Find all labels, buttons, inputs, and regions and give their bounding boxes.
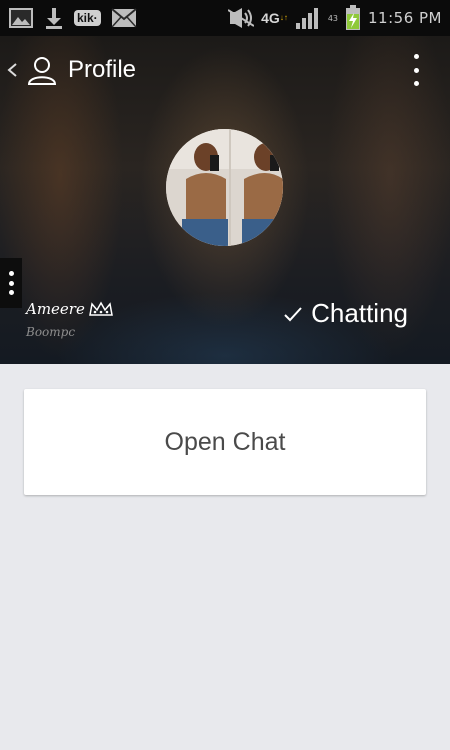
profile-photo <box>166 129 283 246</box>
page-title: Profile <box>68 56 137 83</box>
check-icon <box>283 304 303 324</box>
display-name: Ameere <box>26 300 85 318</box>
profile-content: Open Chat <box>0 364 450 750</box>
drag-handle-dot <box>8 290 14 296</box>
gallery-icon <box>8 7 34 29</box>
profile-header: Profile Ameere Boompc Chatting <box>0 36 450 364</box>
mute-icon <box>228 8 255 28</box>
clock: 11:56 PM <box>368 9 442 27</box>
download-icon <box>44 6 64 30</box>
more-options-button[interactable] <box>412 54 420 86</box>
drag-handle-icon <box>8 270 14 276</box>
status-text: Chatting <box>311 298 408 328</box>
mail-icon <box>111 8 137 28</box>
signal-icon <box>295 7 321 29</box>
kik-icon: kik· <box>74 10 101 26</box>
side-drawer-handle[interactable] <box>0 258 22 308</box>
more-vertical-icon <box>413 54 419 59</box>
more-vertical-icon-dot <box>413 67 419 73</box>
person-icon <box>26 54 58 86</box>
avatar[interactable] <box>166 129 283 246</box>
username: Boompc <box>26 325 76 339</box>
network-type-indicator: 4G ↓↑ <box>261 10 288 26</box>
battery-charging-icon <box>345 5 361 31</box>
app-bar: Profile <box>0 36 450 104</box>
display-name-row: Ameere <box>26 300 113 318</box>
chevron-left-icon <box>7 63 17 77</box>
crown-icon <box>88 301 113 317</box>
status-bar: kik· 4G ↓↑ 43 11:56 PM <box>0 0 450 36</box>
more-vertical-icon-dot <box>413 81 419 86</box>
drag-handle-dot <box>8 280 14 286</box>
open-chat-button[interactable]: Open Chat <box>24 389 426 495</box>
battery-percent: 43 <box>327 13 339 23</box>
back-button[interactable] <box>6 56 22 84</box>
chat-status: Chatting <box>283 298 408 329</box>
